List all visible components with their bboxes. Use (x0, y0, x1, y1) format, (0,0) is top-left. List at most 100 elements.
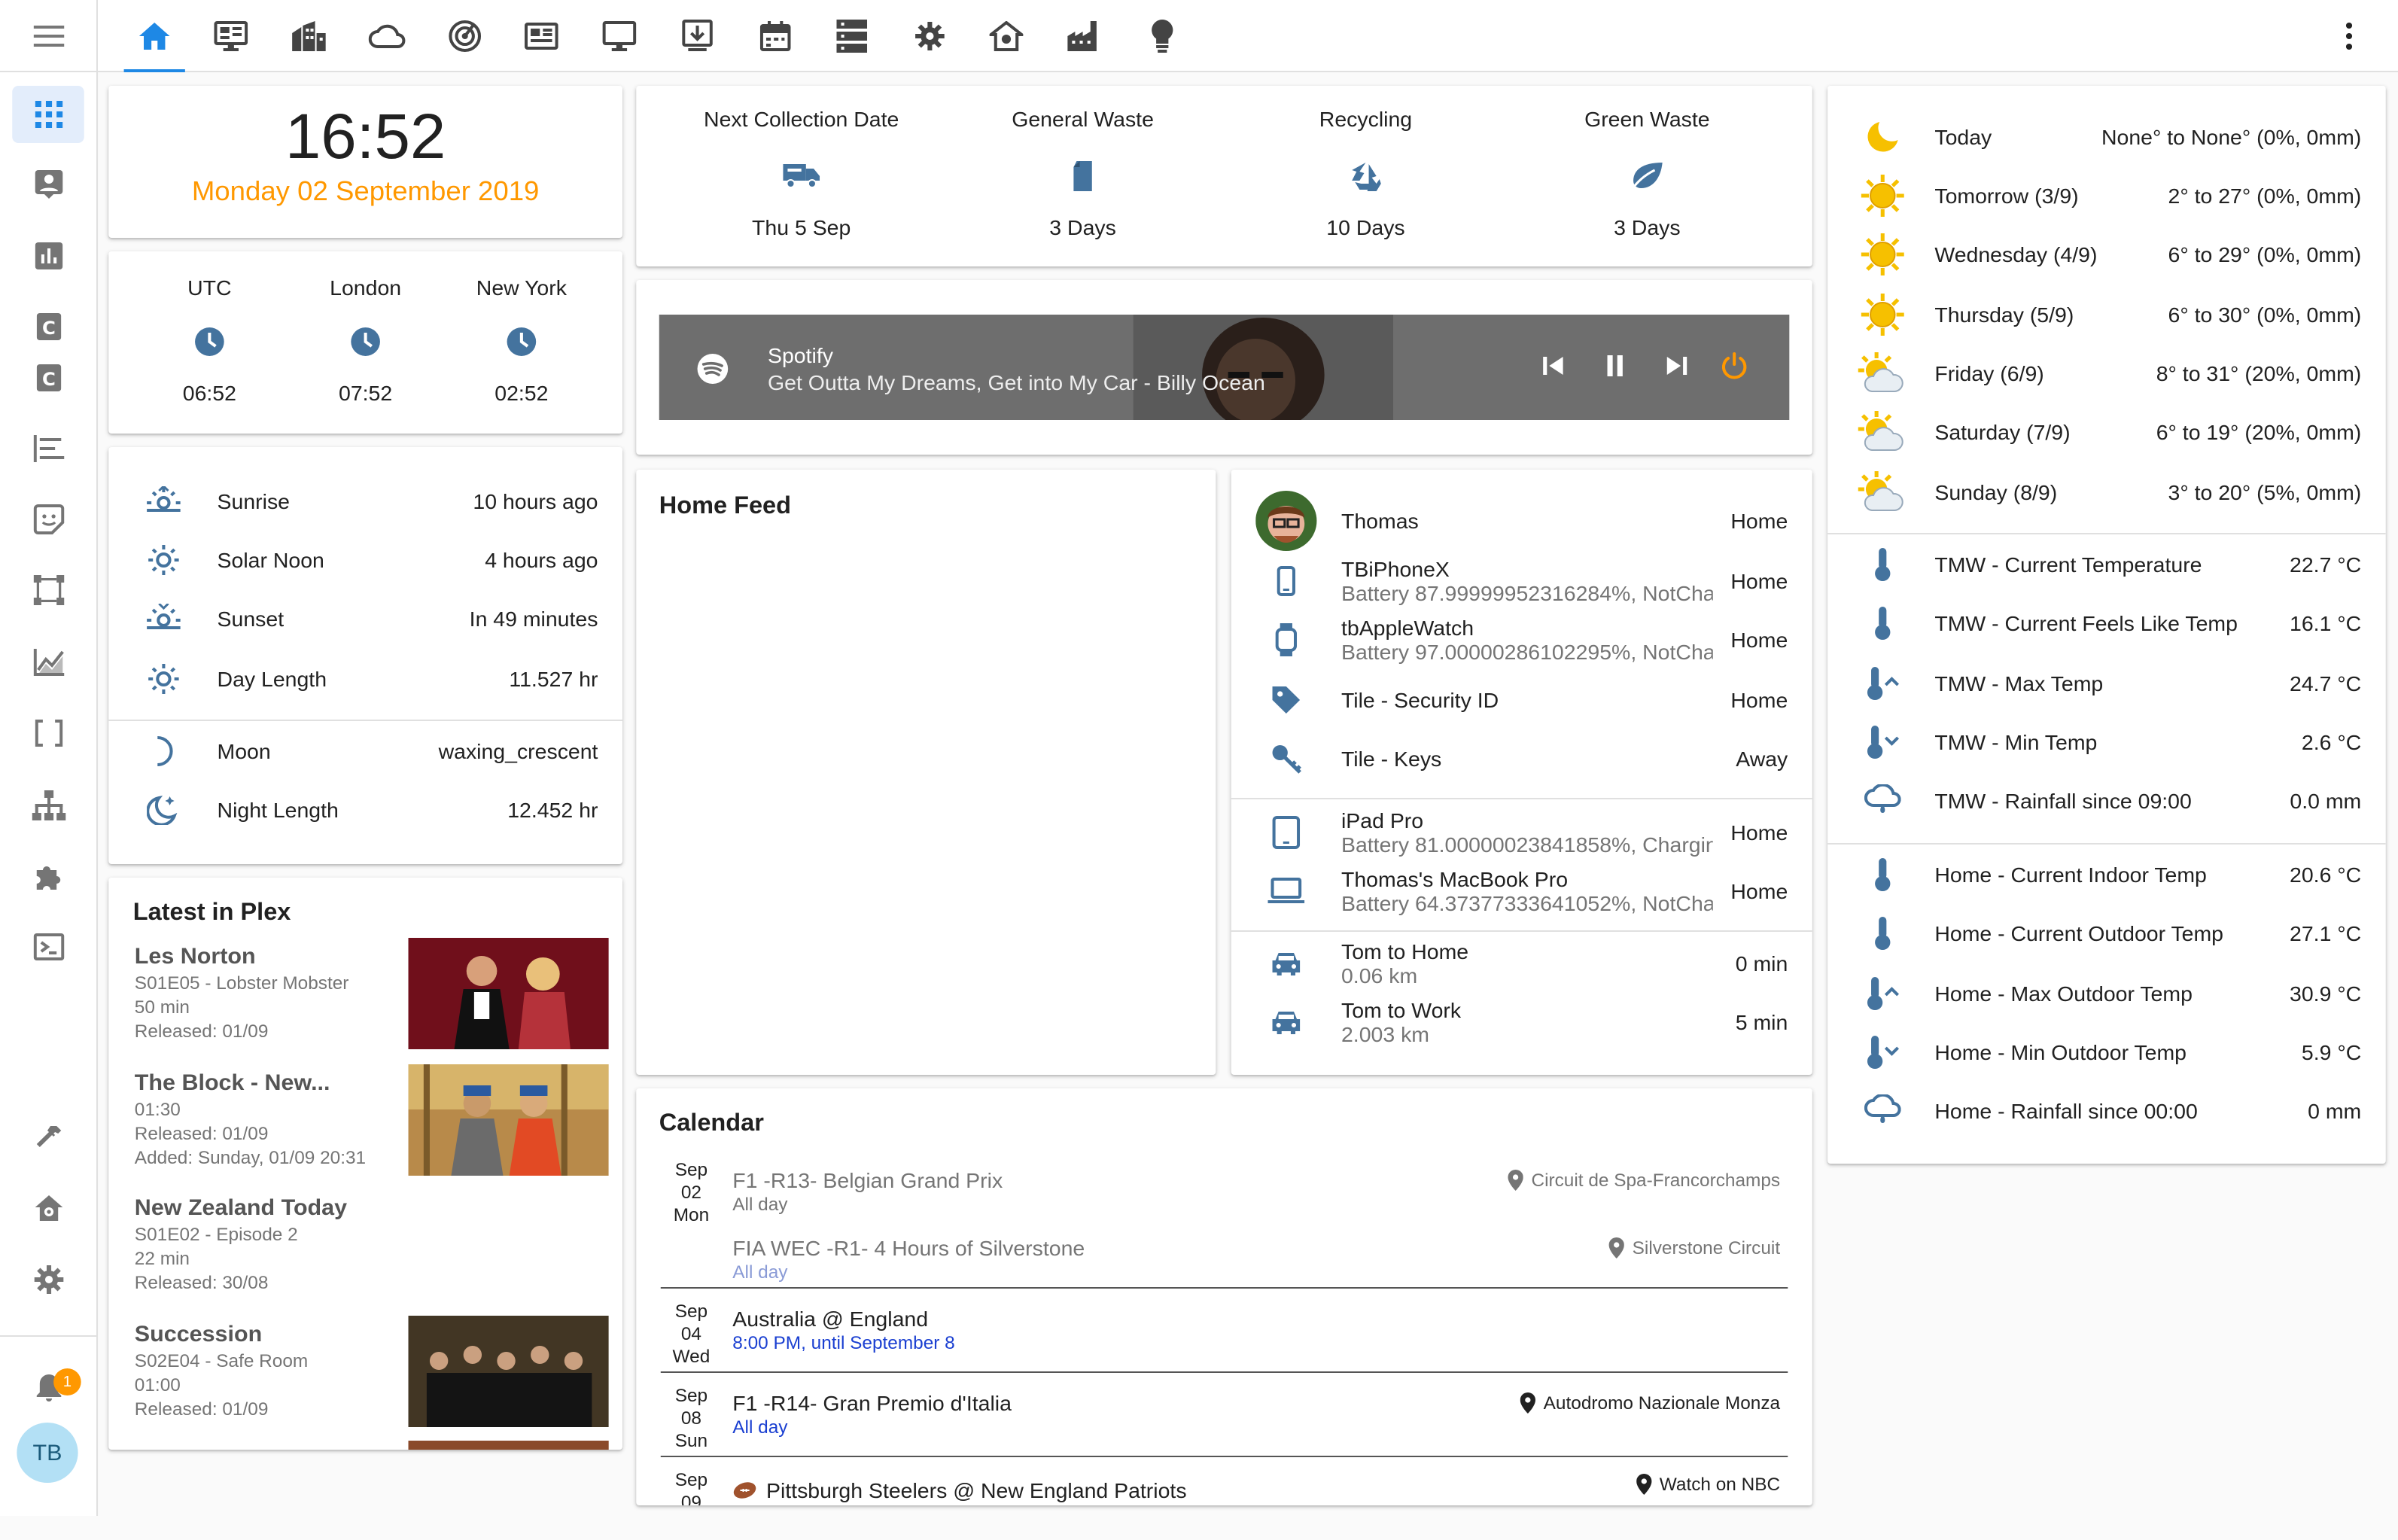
calendar-event[interactable]: F1 -R13- Belgian Grand Prix All day (732, 1168, 1466, 1215)
forecast-row[interactable]: Friday (6/9) 8° to 31° (20%, 0mm) (1827, 343, 2386, 403)
person-row[interactable]: Thomas Home (1231, 491, 1812, 551)
tab-lights[interactable] (1132, 6, 1193, 66)
sidebar-item-developer[interactable] (12, 1109, 84, 1167)
calendar-location[interactable]: Silverstone Circuit (1609, 1237, 1780, 1258)
sidebar-item-c2[interactable]: C (12, 349, 84, 406)
sidebar-item-network[interactable] (12, 777, 84, 834)
sidebar-item-history[interactable] (12, 227, 84, 285)
bin-column[interactable]: Recycling 10 Days (1225, 107, 1507, 239)
travel-row[interactable]: Tom to Home 0.06 km 0 min (1231, 933, 1812, 994)
sensor-row[interactable]: TMW - Rainfall since 09:00 0.0 mm (1827, 771, 2386, 831)
sun-row[interactable]: Sunset In 49 minutes (108, 589, 622, 649)
power-icon[interactable] (1721, 352, 1748, 379)
map-marker-icon (1520, 1392, 1536, 1414)
bin-column[interactable]: General Waste 3 Days (942, 107, 1224, 239)
sensor-row[interactable]: Home - Current Outdoor Temp 27.1 °C (1827, 903, 2386, 963)
more-menu-icon[interactable] (2331, 18, 2368, 54)
tab-settings[interactable] (899, 6, 960, 66)
tab-calendar[interactable] (745, 6, 806, 66)
zone-new-york[interactable]: New York 02:52 (445, 275, 598, 405)
tab-radar[interactable] (434, 6, 495, 66)
moon-row[interactable]: Moon waxing_crescent (108, 721, 622, 781)
calendar-event[interactable]: FIA WEC -R1- 4 Hours of Silverstone All … (732, 1236, 1466, 1283)
tab-downloads[interactable] (667, 6, 728, 66)
tab-home-automation[interactable] (975, 6, 1036, 66)
plex-item[interactable]: Succession S02E04 - Safe Room 01:00 Rele… (135, 1322, 403, 1421)
calendar-date: Sep 04 Wed (672, 1301, 711, 1367)
sidebar-item-settings[interactable] (12, 1251, 84, 1308)
menu-icon[interactable] (0, 0, 99, 72)
calendar-date: Sep 09 (674, 1469, 708, 1505)
sidebar-item-code[interactable] (12, 705, 84, 762)
sensor-row[interactable]: Home - Rainfall since 00:00 0 mm (1827, 1081, 2386, 1141)
sidebar-item-terminal[interactable] (12, 918, 84, 975)
sensor-row[interactable]: Home - Max Outdoor Temp 30.9 °C (1827, 963, 2386, 1024)
svg-text:C: C (41, 318, 55, 339)
sunrise-icon (133, 486, 194, 516)
plex-poster[interactable] (408, 938, 609, 1049)
sensor-row[interactable]: TMW - Max Temp 24.7 °C (1827, 653, 2386, 714)
plex-poster[interactable] (408, 1316, 609, 1427)
server-icon (836, 20, 868, 53)
sidebar-item-person[interactable] (12, 155, 84, 212)
sensor-row[interactable]: TMW - Current Temperature 22.7 °C (1827, 534, 2386, 595)
sidebar-item-sticker[interactable] (12, 491, 84, 548)
calendar-event[interactable]: Australia @ England 8:00 PM, until Septe… (732, 1307, 1466, 1353)
device-row[interactable]: Tile - Security ID Home (1231, 670, 1812, 730)
forecast-row[interactable]: Tomorrow (3/9) 2° to 27° (0%, 0mm) (1827, 166, 2386, 226)
calendar-event[interactable]: F1 -R14- Gran Premio d'Italia All day (732, 1391, 1466, 1438)
sidebar-item-shapes[interactable] (12, 562, 84, 619)
zone-london[interactable]: London 07:52 (289, 275, 442, 405)
forecast-row[interactable]: Today None° to None° (0%, 0mm) (1827, 107, 2386, 167)
forecast-row[interactable]: Wednesday (4/9) 6° to 29° (0%, 0mm) (1827, 224, 2386, 285)
device-row[interactable]: tbAppleWatch Battery 97.00000286102295%,… (1231, 610, 1812, 670)
sidebar-item-c1[interactable]: C (12, 298, 84, 355)
spotify-icon (696, 352, 730, 385)
sun-row[interactable]: Day Length 11.527 hr (108, 649, 622, 709)
sensor-row[interactable]: TMW - Min Temp 2.6 °C (1827, 712, 2386, 772)
device-row[interactable]: iPad Pro Battery 81.00000023841858%, Cha… (1231, 802, 1812, 863)
sun-row[interactable]: Sunrise 10 hours ago (108, 471, 622, 531)
sidebar-item-supervisor[interactable] (12, 1180, 84, 1237)
sidebar-item-overview[interactable] (12, 86, 84, 143)
plex-item[interactable]: Les Norton S01E05 - Lobster Mobster 50 m… (135, 944, 403, 1043)
device-row[interactable]: Tile - Keys Away (1231, 729, 1812, 789)
bin-column[interactable]: Green Waste 3 Days (1506, 107, 1788, 239)
zone-utc[interactable]: UTC 06:52 (133, 275, 286, 405)
sidebar-item-logbook[interactable] (12, 420, 84, 477)
travel-row[interactable]: Tom to Work 2.003 km 5 min (1231, 992, 1812, 1052)
tab-news[interactable] (511, 6, 572, 66)
plex-item[interactable]: New Zealand Today S01E02 - Episode 2 22 … (135, 1195, 403, 1295)
bin-column[interactable]: Next Collection Date Thu 5 Sep (661, 107, 942, 239)
plex-poster[interactable] (408, 1441, 609, 1450)
calendar-event[interactable]: Pittsburgh Steelers @ New England Patrio… (732, 1478, 1187, 1502)
sensor-row[interactable]: Home - Min Outdoor Temp 5.9 °C (1827, 1022, 2386, 1082)
device-row[interactable]: Thomas's MacBook Pro Battery 64.37377333… (1231, 861, 1812, 921)
sidebar-item-addons[interactable] (12, 848, 84, 905)
plex-poster[interactable] (408, 1064, 609, 1176)
calendar-location[interactable]: Watch on NBC (1636, 1474, 1780, 1495)
previous-track-icon[interactable] (1541, 354, 1566, 378)
user-avatar[interactable]: TB (17, 1423, 78, 1483)
calendar-location[interactable]: Autodromo Nazionale Monza (1520, 1392, 1780, 1414)
tab-weather[interactable] (356, 6, 417, 66)
tab-home[interactable] (123, 6, 185, 72)
device-row[interactable]: TBiPhoneX Battery 87.99999952316284%, No… (1231, 551, 1812, 611)
next-track-icon[interactable] (1664, 354, 1689, 378)
tab-energy[interactable] (1054, 6, 1115, 66)
forecast-row[interactable]: Sunday (8/9) 3° to 20° (5%, 0mm) (1827, 462, 2386, 522)
sidebar-item-graphs[interactable] (12, 634, 84, 691)
tab-servers[interactable] (821, 6, 882, 66)
sun-row[interactable]: Solar Noon 4 hours ago (108, 530, 622, 590)
sensor-row[interactable]: TMW - Current Feels Like Temp 16.1 °C (1827, 593, 2386, 653)
moon-row[interactable]: Night Length 12.452 hr (108, 780, 622, 840)
sensor-row[interactable]: Home - Current Indoor Temp 20.6 °C (1827, 845, 2386, 905)
pause-icon[interactable] (1602, 354, 1627, 378)
tab-dashboard[interactable] (200, 6, 261, 66)
forecast-row[interactable]: Saturday (7/9) 6° to 19° (20%, 0mm) (1827, 402, 2386, 462)
tab-monitor[interactable] (589, 6, 650, 66)
tab-city[interactable] (278, 6, 339, 66)
plex-item[interactable]: The Block - New... 01:30 Released: 01/09… (135, 1070, 403, 1170)
forecast-row[interactable]: Thursday (5/9) 6° to 30° (0%, 0mm) (1827, 285, 2386, 345)
calendar-location[interactable]: Circuit de Spa-Francorchamps (1508, 1170, 1780, 1191)
